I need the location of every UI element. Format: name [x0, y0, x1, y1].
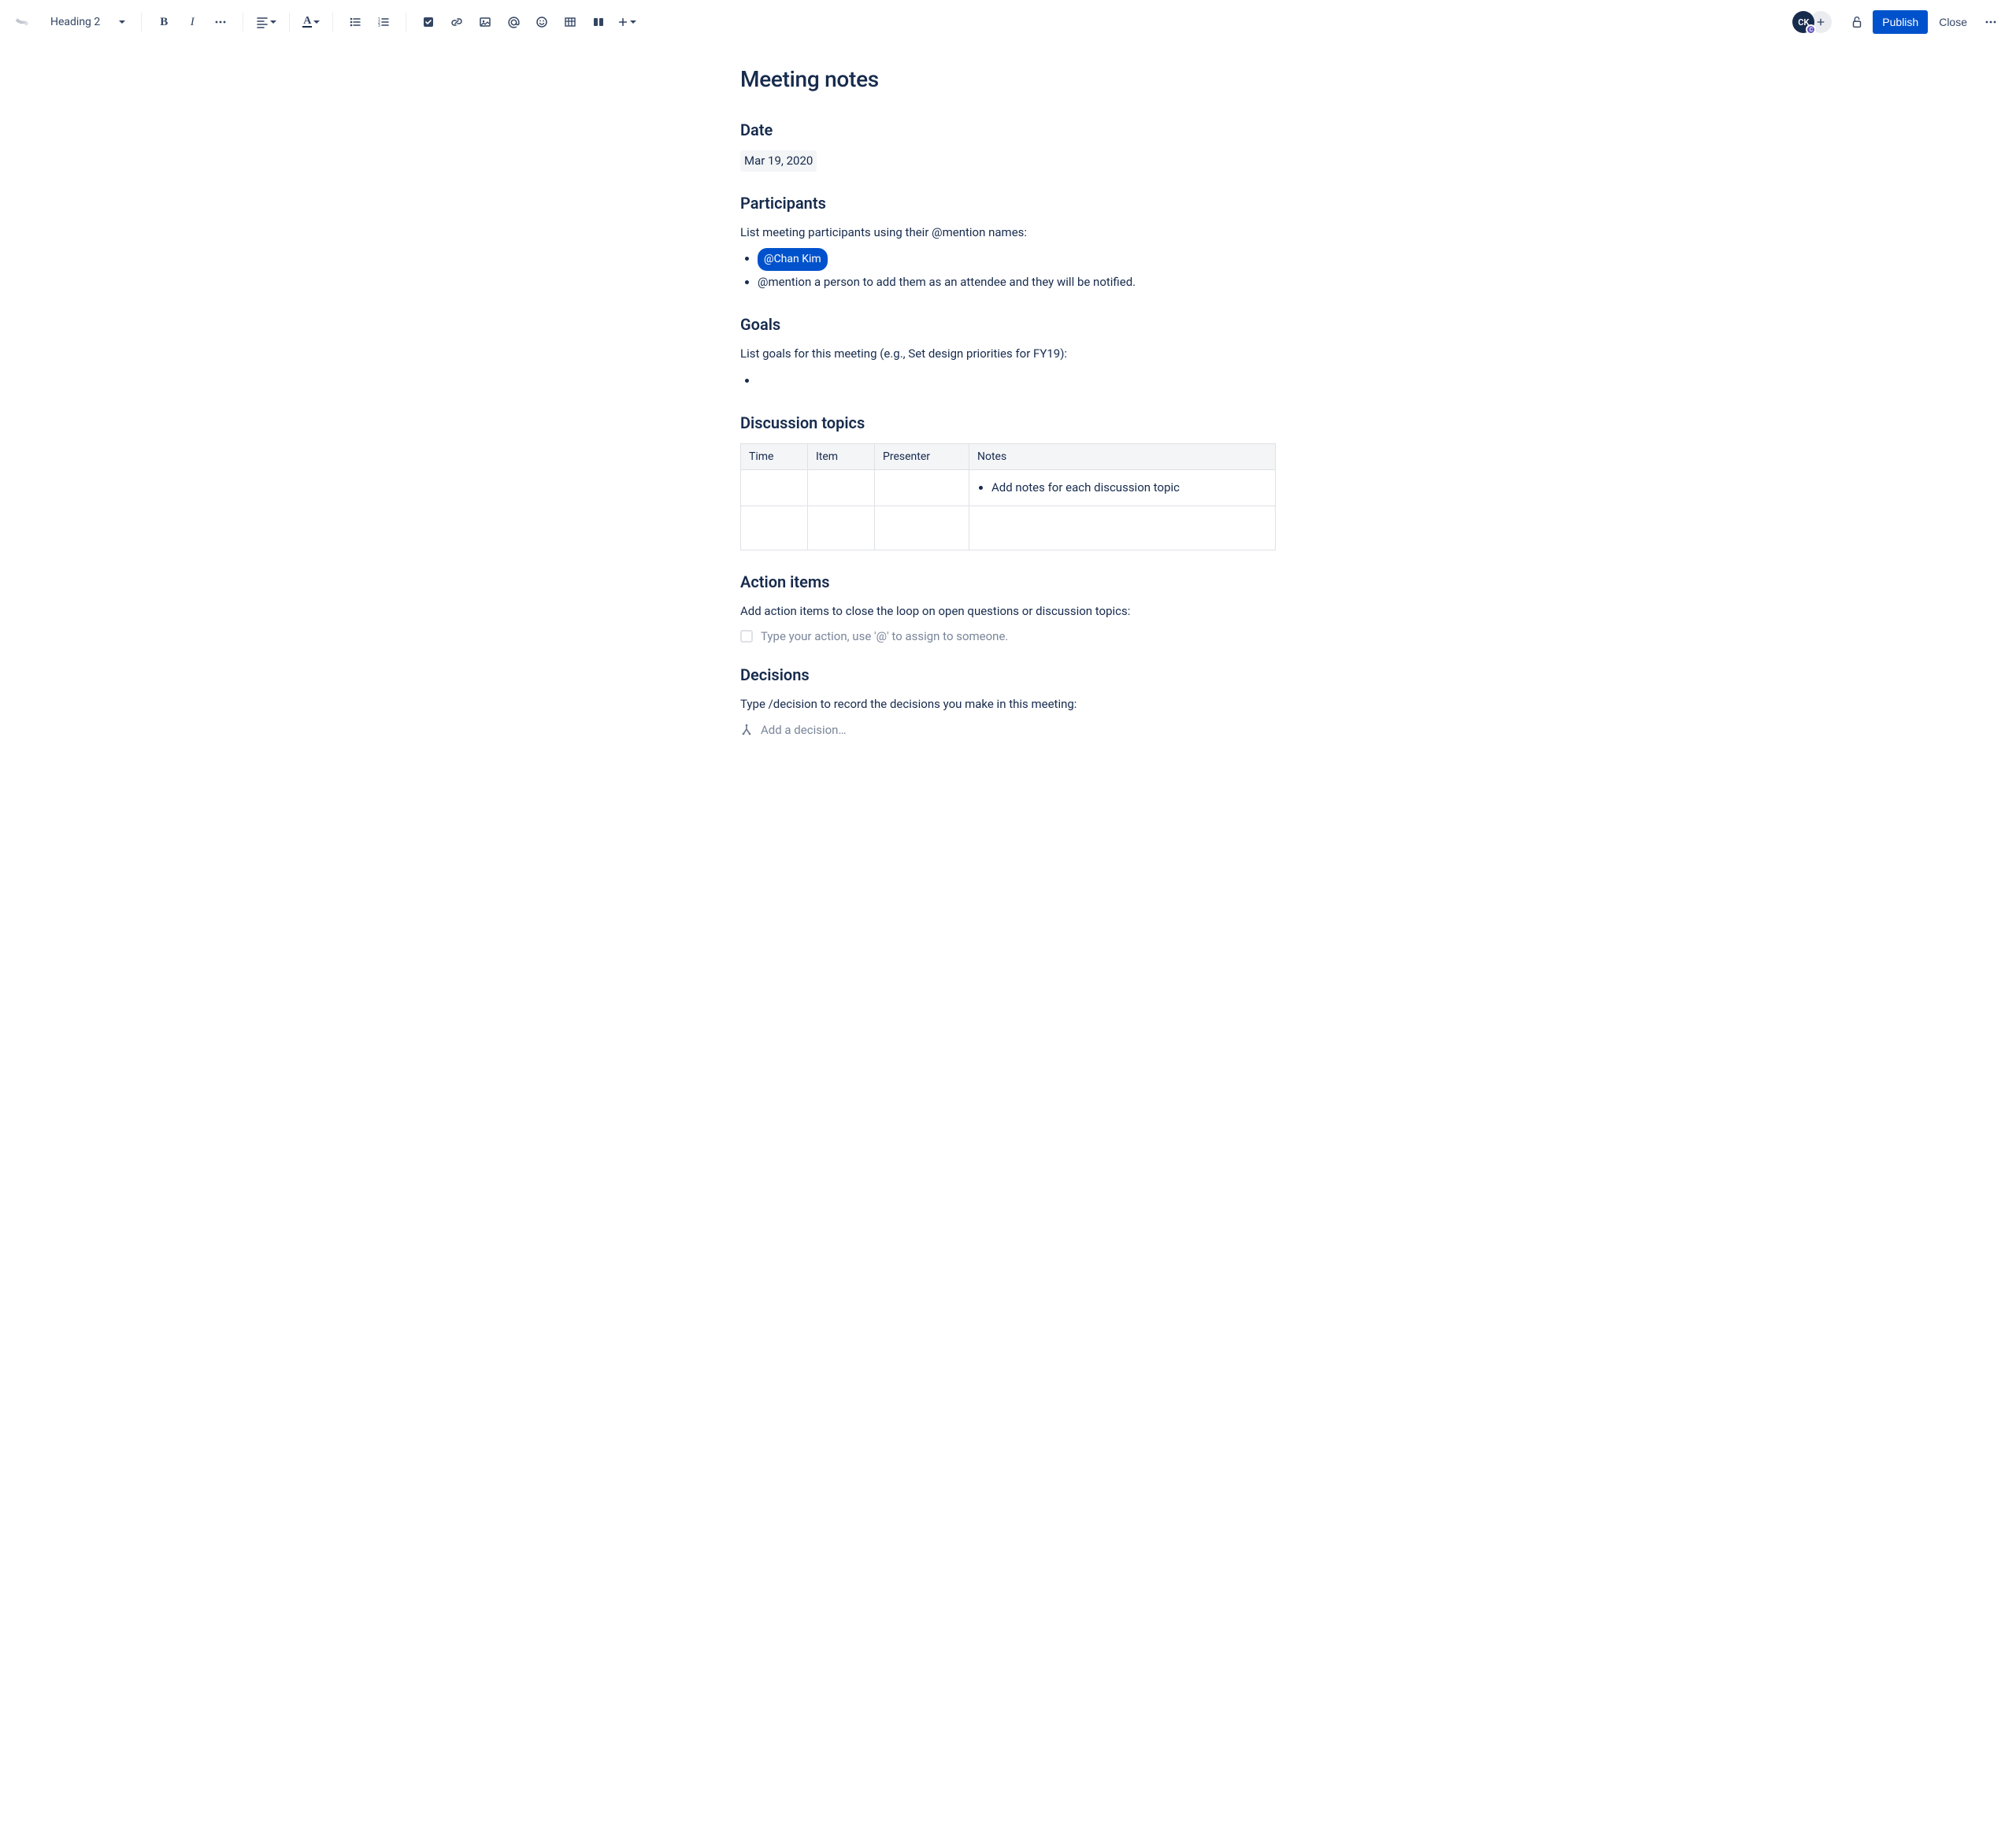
insert-button[interactable] — [614, 17, 639, 28]
cell-time[interactable] — [741, 506, 808, 550]
list-item[interactable] — [758, 369, 1276, 392]
th-notes[interactable]: Notes — [969, 444, 1276, 470]
participants-heading[interactable]: Participants — [740, 194, 1276, 213]
action-item-row[interactable]: Type your action, use '@' to assign to s… — [740, 629, 1276, 643]
action-placeholder: Type your action, use '@' to assign to s… — [761, 629, 1008, 643]
decision-row[interactable]: Add a decision… — [740, 723, 1276, 737]
bullet-list-button[interactable] — [343, 9, 368, 35]
list-item[interactable]: Add notes for each discussion topic — [991, 476, 1267, 499]
block-style-label: Heading 2 — [50, 16, 100, 28]
goals-heading[interactable]: Goals — [740, 315, 1276, 334]
mention-chip[interactable]: @Chan Kim — [758, 248, 828, 271]
link-button[interactable] — [444, 9, 469, 35]
mention-button[interactable] — [501, 9, 526, 35]
restrictions-button[interactable] — [1844, 9, 1870, 35]
chevron-down-icon — [270, 20, 276, 24]
numbered-list-button[interactable]: 123 — [371, 9, 396, 35]
separator — [332, 13, 333, 31]
cell-item[interactable] — [808, 470, 875, 506]
avatar-badge: C — [1806, 24, 1816, 35]
document-body[interactable]: Meeting notes Date Mar 19, 2020 Particip… — [740, 44, 1276, 800]
more-actions-button[interactable] — [1978, 9, 2003, 35]
table-header-row: Time Item Presenter Notes — [741, 444, 1276, 470]
cell-time[interactable] — [741, 470, 808, 506]
layouts-button[interactable] — [586, 9, 611, 35]
action-item-button[interactable] — [416, 9, 441, 35]
cell-presenter[interactable] — [875, 470, 969, 506]
block-style-select[interactable]: Heading 2 — [44, 11, 132, 33]
decisions-intro[interactable]: Type /decision to record the decisions y… — [740, 695, 1276, 713]
table-button[interactable] — [558, 9, 583, 35]
decision-icon — [740, 724, 753, 736]
th-presenter[interactable]: Presenter — [875, 444, 969, 470]
cell-notes[interactable] — [969, 506, 1276, 550]
editor-toolbar: Heading 2 B I A 123 — [0, 0, 2016, 44]
decision-placeholder: Add a decision… — [761, 723, 846, 737]
action-items-heading[interactable]: Action items — [740, 572, 1276, 591]
list-item[interactable]: @mention a person to add them as an atte… — [758, 271, 1276, 294]
chevron-down-icon — [119, 20, 125, 24]
decisions-heading[interactable]: Decisions — [740, 665, 1276, 684]
italic-button[interactable]: I — [180, 9, 205, 35]
date-heading[interactable]: Date — [740, 120, 1276, 139]
close-button[interactable]: Close — [1931, 10, 1975, 34]
text-align-button[interactable] — [253, 16, 280, 28]
text-color-button[interactable]: A — [299, 17, 323, 28]
confluence-logo — [13, 13, 32, 31]
more-formatting-button[interactable] — [208, 9, 233, 35]
svg-text:3: 3 — [378, 24, 380, 28]
table-row[interactable] — [741, 506, 1276, 550]
separator — [141, 13, 142, 31]
participants-intro[interactable]: List meeting participants using their @m… — [740, 224, 1276, 242]
list-item[interactable]: @Chan Kim — [758, 247, 1276, 271]
chevron-down-icon — [313, 20, 320, 24]
goals-intro[interactable]: List goals for this meeting (e.g., Set d… — [740, 345, 1276, 363]
checkbox[interactable] — [740, 630, 753, 643]
cell-item[interactable] — [808, 506, 875, 550]
page-title[interactable]: Meeting notes — [740, 66, 1276, 92]
image-button[interactable] — [472, 9, 498, 35]
chevron-down-icon — [630, 20, 636, 24]
table-row[interactable]: Add notes for each discussion topic — [741, 470, 1276, 506]
discussion-table[interactable]: Time Item Presenter Notes Add notes for … — [740, 443, 1276, 550]
action-items-intro[interactable]: Add action items to close the loop on op… — [740, 602, 1276, 620]
cell-presenter[interactable] — [875, 506, 969, 550]
th-item[interactable]: Item — [808, 444, 875, 470]
emoji-button[interactable] — [529, 9, 554, 35]
publish-button[interactable]: Publish — [1873, 10, 1928, 34]
cell-notes[interactable]: Add notes for each discussion topic — [969, 470, 1276, 506]
discussion-heading[interactable]: Discussion topics — [740, 413, 1276, 432]
separator — [289, 13, 290, 31]
text-color-icon: A — [302, 17, 312, 28]
bold-button[interactable]: B — [151, 9, 176, 35]
th-time[interactable]: Time — [741, 444, 808, 470]
date-chip[interactable]: Mar 19, 2020 — [740, 150, 817, 172]
avatar[interactable]: CK C — [1792, 11, 1814, 33]
